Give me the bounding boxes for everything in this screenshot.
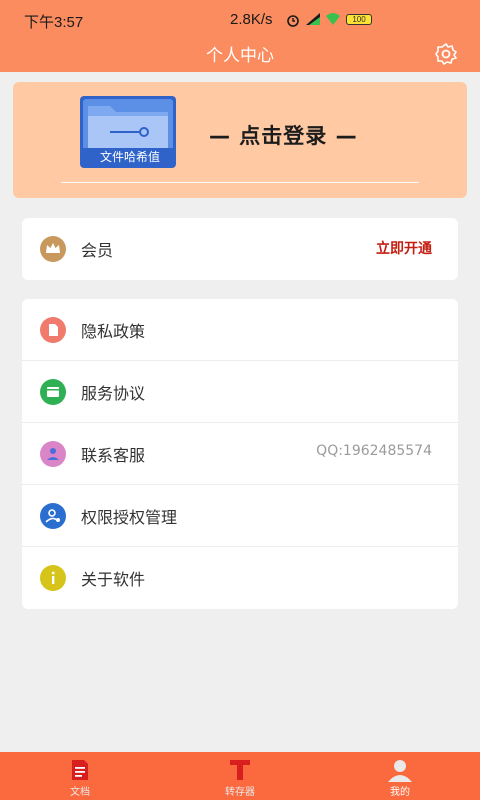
status-speed: 2.8K/s xyxy=(230,11,273,28)
menu-item-agreement[interactable]: 服务协议 xyxy=(22,361,458,423)
qq-number: QQ:1962485574 xyxy=(316,443,432,459)
profile-icon xyxy=(388,760,412,782)
tab-label: 转存器 xyxy=(225,787,255,798)
tab-label: 文档 xyxy=(70,787,90,798)
menu-item-label: 联系客服 xyxy=(81,446,146,465)
menu-item-label: 关于软件 xyxy=(81,570,146,589)
menu-card: 隐私政策 服务协议 联系客服 QQ:1962485574 权限授权管理 关于软件 xyxy=(22,299,458,609)
permission-icon xyxy=(40,503,66,529)
menu-item-customer-service[interactable]: 联系客服 QQ:1962485574 xyxy=(22,423,458,485)
service-icon xyxy=(40,441,66,467)
menu-item-permissions[interactable]: 权限授权管理 xyxy=(22,485,458,547)
menu-item-about[interactable]: 关于软件 xyxy=(22,547,458,609)
app-header: 个人中心 xyxy=(0,36,480,72)
vip-label: 会员 xyxy=(81,241,114,260)
privacy-icon xyxy=(40,317,66,343)
info-icon xyxy=(40,565,66,591)
bottom-tab-bar: 文档 转存器 我的 xyxy=(0,752,480,800)
login-card[interactable]: 文件哈希值 — 点击登录 — xyxy=(13,82,467,198)
menu-item-privacy[interactable]: 隐私政策 xyxy=(22,299,458,361)
tab-text-tool[interactable]: 转存器 xyxy=(200,752,280,800)
status-bar: 下午3:57 2.8K/s 100 xyxy=(0,0,480,36)
page-title: 个人中心 xyxy=(206,46,274,66)
status-time: 下午3:57 xyxy=(24,14,84,31)
vip-card: 会员 立即开通 xyxy=(22,218,458,280)
agreement-icon xyxy=(40,379,66,405)
logo-label: 文件哈希值 xyxy=(99,150,160,164)
battery-indicator: 100 xyxy=(346,14,372,25)
login-divider xyxy=(61,182,419,183)
crown-icon xyxy=(40,236,66,262)
tab-profile[interactable]: 我的 xyxy=(360,752,440,800)
menu-item-label: 服务协议 xyxy=(81,384,146,403)
alarm-icon xyxy=(287,15,299,27)
text-tool-icon xyxy=(230,760,250,780)
signal-icon xyxy=(306,13,320,25)
wifi-icon xyxy=(326,13,340,25)
vip-row[interactable]: 会员 立即开通 xyxy=(22,218,458,280)
login-prompt[interactable]: — 点击登录 — xyxy=(209,120,358,150)
vip-activate-button[interactable]: 立即开通 xyxy=(376,238,432,258)
menu-item-label: 权限授权管理 xyxy=(81,508,178,527)
tab-documents[interactable]: 文档 xyxy=(40,752,120,800)
document-icon xyxy=(72,760,88,780)
tab-label: 我的 xyxy=(390,787,410,798)
menu-item-label: 隐私政策 xyxy=(81,322,146,341)
battery-level: 100 xyxy=(352,15,366,24)
settings-gear-icon[interactable] xyxy=(434,42,458,66)
